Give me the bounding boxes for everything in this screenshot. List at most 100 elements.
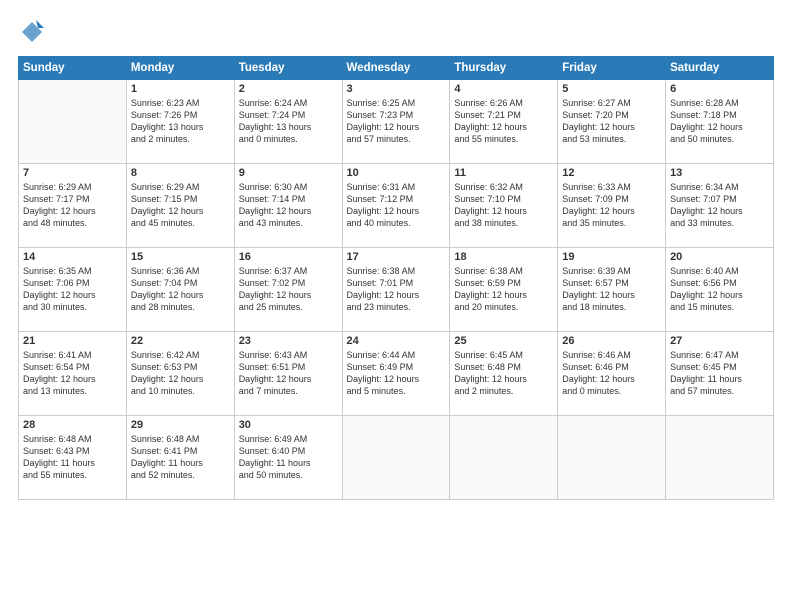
calendar-week-row: 14 Sunrise: 6:35 AM Sunset: 7:06 PM Dayli… [19,248,774,332]
table-row: 3 Sunrise: 6:25 AM Sunset: 7:23 PM Daylig… [342,80,450,164]
table-row: 25 Sunrise: 6:45 AM Sunset: 6:48 PM Dayli… [450,332,558,416]
table-row: 13 Sunrise: 6:34 AM Sunset: 7:07 PM Dayli… [666,164,774,248]
table-row: 20 Sunrise: 6:40 AM Sunset: 6:56 PM Dayli… [666,248,774,332]
day-content: Sunrise: 6:30 AM Sunset: 7:14 PM Dayligh… [239,181,338,230]
day-number: 6 [670,83,769,95]
day-content: Sunrise: 6:44 AM Sunset: 6:49 PM Dayligh… [347,349,446,398]
day-number: 17 [347,251,446,263]
calendar-week-row: 28 Sunrise: 6:48 AM Sunset: 6:43 PM Dayli… [19,416,774,500]
day-number: 13 [670,167,769,179]
table-row: 10 Sunrise: 6:31 AM Sunset: 7:12 PM Dayli… [342,164,450,248]
day-number: 20 [670,251,769,263]
table-row: 16 Sunrise: 6:37 AM Sunset: 7:02 PM Dayli… [234,248,342,332]
day-content: Sunrise: 6:38 AM Sunset: 7:01 PM Dayligh… [347,265,446,314]
table-row: 29 Sunrise: 6:48 AM Sunset: 6:41 PM Dayli… [126,416,234,500]
day-number: 19 [562,251,661,263]
table-row [558,416,666,500]
day-number: 14 [23,251,122,263]
table-row: 4 Sunrise: 6:26 AM Sunset: 7:21 PM Daylig… [450,80,558,164]
day-content: Sunrise: 6:25 AM Sunset: 7:23 PM Dayligh… [347,97,446,146]
day-content: Sunrise: 6:47 AM Sunset: 6:45 PM Dayligh… [670,349,769,398]
col-wednesday: Wednesday [342,57,450,80]
day-number: 2 [239,83,338,95]
table-row: 8Sunrise: 6:29 AM Sunset: 7:15 PM Daylig… [126,164,234,248]
calendar-header-row: Sunday Monday Tuesday Wednesday Thursday… [19,57,774,80]
calendar: Sunday Monday Tuesday Wednesday Thursday… [18,56,774,500]
table-row: 19 Sunrise: 6:39 AM Sunset: 6:57 PM Dayli… [558,248,666,332]
day-content: Sunrise: 6:34 AM Sunset: 7:07 PM Dayligh… [670,181,769,230]
day-content: Sunrise: 6:33 AM Sunset: 7:09 PM Dayligh… [562,181,661,230]
day-number: 3 [347,83,446,95]
day-content: Sunrise: 6:43 AM Sunset: 6:51 PM Dayligh… [239,349,338,398]
day-content: Sunrise: 6:46 AM Sunset: 6:46 PM Dayligh… [562,349,661,398]
table-row: 11Sunrise: 6:32 AM Sunset: 7:10 PM Dayli… [450,164,558,248]
table-row: 2 Sunrise: 6:24 AM Sunset: 7:24 PM Daylig… [234,80,342,164]
day-content: Sunrise: 6:39 AM Sunset: 6:57 PM Dayligh… [562,265,661,314]
table-row: 18 Sunrise: 6:38 AM Sunset: 6:59 PM Dayli… [450,248,558,332]
table-row: 28 Sunrise: 6:48 AM Sunset: 6:43 PM Dayli… [19,416,127,500]
logo [18,18,50,46]
header [18,18,774,46]
day-content: Sunrise: 6:26 AM Sunset: 7:21 PM Dayligh… [454,97,553,146]
table-row: 27 Sunrise: 6:47 AM Sunset: 6:45 PM Dayli… [666,332,774,416]
table-row: 12 Sunrise: 6:33 AM Sunset: 7:09 PM Dayli… [558,164,666,248]
table-row: 5 Sunrise: 6:27 AM Sunset: 7:20 PM Daylig… [558,80,666,164]
day-number: 10 [347,167,446,179]
day-number: 9 [239,167,338,179]
calendar-week-row: 21Sunrise: 6:41 AM Sunset: 6:54 PM Dayli… [19,332,774,416]
table-row [19,80,127,164]
col-tuesday: Tuesday [234,57,342,80]
day-number: 29 [131,419,230,431]
calendar-week-row: 1 Sunrise: 6:23 AM Sunset: 7:26 PM Daylig… [19,80,774,164]
day-number: 27 [670,335,769,347]
day-content: Sunrise: 6:45 AM Sunset: 6:48 PM Dayligh… [454,349,553,398]
table-row: 9 Sunrise: 6:30 AM Sunset: 7:14 PM Daylig… [234,164,342,248]
day-content: Sunrise: 6:27 AM Sunset: 7:20 PM Dayligh… [562,97,661,146]
day-content: Sunrise: 6:31 AM Sunset: 7:12 PM Dayligh… [347,181,446,230]
table-row [450,416,558,500]
day-number: 1 [131,83,230,95]
day-content: Sunrise: 6:48 AM Sunset: 6:41 PM Dayligh… [131,433,230,482]
day-number: 5 [562,83,661,95]
day-content: Sunrise: 6:23 AM Sunset: 7:26 PM Dayligh… [131,97,230,146]
table-row: 14 Sunrise: 6:35 AM Sunset: 7:06 PM Dayli… [19,248,127,332]
table-row: 15 Sunrise: 6:36 AM Sunset: 7:04 PM Dayli… [126,248,234,332]
col-thursday: Thursday [450,57,558,80]
day-number: 4 [454,83,553,95]
col-monday: Monday [126,57,234,80]
day-content: Sunrise: 6:24 AM Sunset: 7:24 PM Dayligh… [239,97,338,146]
table-row: 17 Sunrise: 6:38 AM Sunset: 7:01 PM Dayli… [342,248,450,332]
calendar-week-row: 7 Sunrise: 6:29 AM Sunset: 7:17 PM Daylig… [19,164,774,248]
table-row: 22Sunrise: 6:42 AM Sunset: 6:53 PM Dayli… [126,332,234,416]
col-saturday: Saturday [666,57,774,80]
day-content: Sunrise: 6:35 AM Sunset: 7:06 PM Dayligh… [23,265,122,314]
day-number: 28 [23,419,122,431]
table-row: 26Sunrise: 6:46 AM Sunset: 6:46 PM Dayli… [558,332,666,416]
table-row [342,416,450,500]
day-number: 30 [239,419,338,431]
table-row [666,416,774,500]
table-row: 1 Sunrise: 6:23 AM Sunset: 7:26 PM Daylig… [126,80,234,164]
day-content: Sunrise: 6:29 AM Sunset: 7:17 PM Dayligh… [23,181,122,230]
day-content: Sunrise: 6:48 AM Sunset: 6:43 PM Dayligh… [23,433,122,482]
table-row: 21Sunrise: 6:41 AM Sunset: 6:54 PM Dayli… [19,332,127,416]
day-number: 15 [131,251,230,263]
day-number: 16 [239,251,338,263]
day-content: Sunrise: 6:28 AM Sunset: 7:18 PM Dayligh… [670,97,769,146]
day-number: 24 [347,335,446,347]
day-number: 18 [454,251,553,263]
day-content: Sunrise: 6:38 AM Sunset: 6:59 PM Dayligh… [454,265,553,314]
col-sunday: Sunday [19,57,127,80]
day-content: Sunrise: 6:32 AM Sunset: 7:10 PM Dayligh… [454,181,553,230]
table-row: 7 Sunrise: 6:29 AM Sunset: 7:17 PM Daylig… [19,164,127,248]
day-number: 12 [562,167,661,179]
day-content: Sunrise: 6:36 AM Sunset: 7:04 PM Dayligh… [131,265,230,314]
day-content: Sunrise: 6:42 AM Sunset: 6:53 PM Dayligh… [131,349,230,398]
day-number: 7 [23,167,122,179]
day-content: Sunrise: 6:40 AM Sunset: 6:56 PM Dayligh… [670,265,769,314]
day-content: Sunrise: 6:29 AM Sunset: 7:15 PM Dayligh… [131,181,230,230]
day-number: 25 [454,335,553,347]
table-row: 23Sunrise: 6:43 AM Sunset: 6:51 PM Dayli… [234,332,342,416]
day-content: Sunrise: 6:37 AM Sunset: 7:02 PM Dayligh… [239,265,338,314]
day-content: Sunrise: 6:41 AM Sunset: 6:54 PM Dayligh… [23,349,122,398]
